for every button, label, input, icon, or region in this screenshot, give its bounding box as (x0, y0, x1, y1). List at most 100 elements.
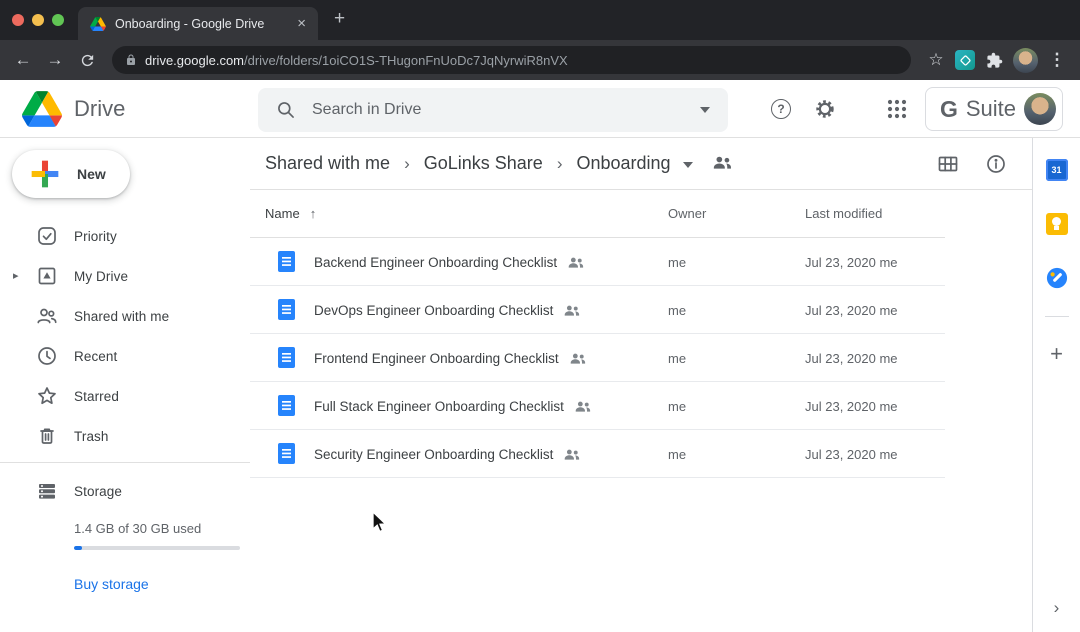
forward-icon[interactable]: → (42, 47, 68, 73)
trash-icon (36, 425, 58, 447)
side-panel: 31 + › (1032, 138, 1080, 632)
browser-tab[interactable]: Onboarding - Google Drive × (78, 7, 318, 40)
file-table: Name↑ Owner Last modified Backend Engine… (250, 190, 945, 478)
sidebar-item-shared-with-me[interactable]: Shared with me (0, 296, 250, 336)
breadcrumb-golinks-share[interactable]: GoLinks Share (424, 153, 543, 174)
clock-icon (36, 345, 58, 367)
search-options-caret-icon[interactable] (700, 107, 710, 113)
file-shared-icon (575, 400, 591, 415)
info-icon[interactable] (986, 154, 1006, 174)
search-icon (276, 100, 296, 120)
storage-progress-bar (74, 546, 240, 550)
zoom-window-button[interactable] (52, 14, 64, 26)
sidebar-item-storage[interactable]: Storage (0, 471, 250, 511)
browser-menu-icon[interactable]: ⋮ (1044, 47, 1070, 73)
file-owner: me (668, 255, 686, 270)
file-name: Full Stack Engineer Onboarding Checklist (314, 399, 564, 414)
browser-toolbar: ← → drive.google.com /drive/folders/1oiC… (0, 40, 1080, 80)
sidebar-item-my-drive[interactable]: ▸ My Drive (0, 256, 250, 296)
expand-chevron-icon[interactable]: ▸ (13, 269, 19, 282)
browser-profile-avatar[interactable] (1013, 48, 1038, 73)
lock-icon (125, 54, 137, 66)
sidebar-item-priority[interactable]: Priority (0, 216, 250, 256)
traffic-lights (12, 14, 64, 26)
google-doc-icon (278, 347, 295, 368)
mouse-cursor (368, 510, 390, 534)
url-host: drive.google.com (145, 53, 244, 68)
file-modified: Jul 23, 2020 me (805, 399, 898, 414)
sidebar-item-recent[interactable]: Recent (0, 336, 250, 376)
url-path: /drive/folders/1oiCO1S-THugonFnUoDc7JqNy… (244, 53, 568, 68)
google-apps-grid-icon[interactable] (885, 97, 909, 121)
file-owner: me (668, 447, 686, 462)
sort-ascending-icon: ↑ (310, 206, 317, 221)
column-header-name[interactable]: Name↑ (265, 206, 316, 221)
collapse-panel-chevron-icon[interactable]: › (1033, 598, 1080, 618)
buy-storage-link[interactable]: Buy storage (74, 576, 250, 592)
gsuite-suite-label: Suite (966, 96, 1016, 122)
file-name: DevOps Engineer Onboarding Checklist (314, 303, 553, 318)
folder-menu-caret-icon[interactable] (683, 162, 693, 168)
tab-close-icon[interactable]: × (297, 16, 306, 31)
new-tab-button[interactable]: + (334, 8, 345, 30)
file-modified: Jul 23, 2020 me (805, 447, 898, 462)
breadcrumb-separator-icon: › (557, 154, 563, 174)
file-owner: me (668, 399, 686, 414)
priority-check-icon (36, 225, 58, 247)
breadcrumb-separator-icon: › (404, 154, 410, 174)
table-row[interactable]: Security Engineer Onboarding Checklist m… (250, 430, 945, 478)
drive-logo-icon (22, 91, 62, 127)
settings-gear-icon[interactable] (813, 97, 837, 121)
sidebar-item-starred[interactable]: Starred (0, 376, 250, 416)
table-row[interactable]: DevOps Engineer Onboarding Checklist me … (250, 286, 945, 334)
tasks-icon[interactable] (1045, 266, 1069, 290)
file-modified: Jul 23, 2020 me (805, 255, 898, 270)
grid-view-icon[interactable] (938, 154, 958, 174)
file-modified: Jul 23, 2020 me (805, 303, 898, 318)
address-bar[interactable]: drive.google.com /drive/folders/1oiCO1S-… (112, 46, 911, 74)
file-modified: Jul 23, 2020 me (805, 351, 898, 366)
shared-people-icon (36, 305, 58, 327)
google-doc-icon (278, 443, 295, 464)
breadcrumb-shared-with-me[interactable]: Shared with me (265, 153, 390, 174)
loom-extension-icon[interactable] (955, 50, 975, 70)
drive-logo[interactable]: Drive (22, 91, 125, 127)
search-input[interactable] (310, 100, 686, 120)
account-avatar[interactable] (1024, 93, 1056, 125)
sidebar-item-trash[interactable]: Trash (0, 416, 250, 456)
drive-header: Drive ? G Suite (0, 80, 1080, 138)
file-list: Backend Engineer Onboarding Checklist me… (250, 238, 945, 478)
google-doc-icon (278, 395, 295, 416)
keep-icon[interactable] (1045, 212, 1069, 236)
breadcrumb: Shared with me › GoLinks Share › Onboard… (250, 138, 1032, 190)
storage-usage-text: 1.4 GB of 30 GB used (74, 521, 250, 536)
search-bar[interactable] (258, 88, 728, 132)
bookmark-star-icon[interactable]: ☆ (923, 47, 949, 73)
new-button-label: New (77, 166, 106, 182)
extensions-puzzle-icon[interactable] (981, 47, 1007, 73)
add-addon-plus-icon[interactable]: + (1050, 343, 1063, 365)
tab-title: Onboarding - Google Drive (115, 17, 288, 31)
table-row[interactable]: Frontend Engineer Onboarding Checklist m… (250, 334, 945, 382)
table-header: Name↑ Owner Last modified (250, 190, 945, 238)
table-row[interactable]: Backend Engineer Onboarding Checklist me… (250, 238, 945, 286)
breadcrumb-onboarding[interactable]: Onboarding (576, 153, 670, 174)
google-doc-icon (278, 299, 295, 320)
file-name: Security Engineer Onboarding Checklist (314, 447, 553, 462)
google-doc-icon (278, 251, 295, 272)
file-shared-icon (570, 352, 586, 367)
help-icon[interactable]: ? (769, 97, 793, 121)
sidebar-divider (0, 462, 250, 463)
reload-icon[interactable] (74, 47, 100, 73)
table-row[interactable]: Full Stack Engineer Onboarding Checklist… (250, 382, 945, 430)
file-shared-icon (564, 304, 580, 319)
gsuite-account-pill[interactable]: G Suite (925, 87, 1063, 131)
folder-shared-icon (713, 156, 732, 174)
calendar-icon[interactable]: 31 (1045, 158, 1069, 182)
new-button[interactable]: New (12, 150, 130, 198)
storage-icon (36, 480, 58, 502)
minimize-window-button[interactable] (32, 14, 44, 26)
file-owner: me (668, 351, 686, 366)
close-window-button[interactable] (12, 14, 24, 26)
back-icon[interactable]: ← (10, 47, 36, 73)
